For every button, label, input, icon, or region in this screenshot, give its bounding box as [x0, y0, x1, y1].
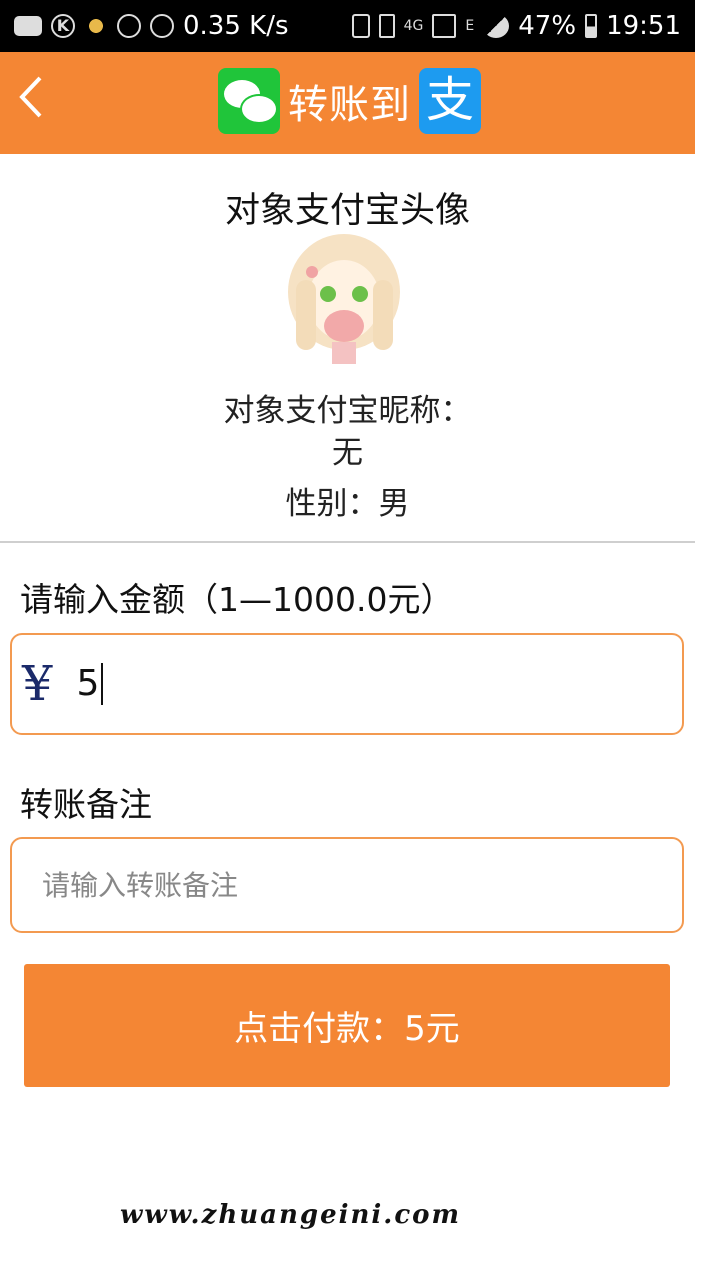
pay-button[interactable]: 点击付款：5元 [24, 964, 670, 1087]
nickname-label: 对象支付宝昵称： [223, 393, 472, 429]
network-type: 4G [403, 18, 424, 34]
clock: 19:51 [606, 11, 681, 41]
power-icon [150, 14, 174, 38]
wifi-icon [351, 14, 370, 38]
avatar-title: 对象支付宝头像 [224, 191, 470, 231]
sim-label: E [465, 18, 475, 34]
status-bar-left: K 0.35 K/s [14, 11, 289, 41]
remark-label: 转账备注 [20, 785, 152, 824]
sim-card-icon [378, 14, 395, 38]
amount-value[interactable]: 5 [77, 663, 104, 705]
amount-input[interactable]: ¥ 5 [10, 633, 684, 735]
avatar-image [288, 234, 400, 364]
avatar[interactable] [282, 230, 407, 370]
sync-icon [117, 14, 141, 38]
alipay-logo-icon: 支 [419, 68, 481, 134]
message-icon [14, 16, 42, 36]
network-speed: 0.35 K/s [183, 11, 289, 41]
signal-box-icon [432, 14, 457, 38]
amount-label: 请输入金额（1—1000.0元） [20, 580, 454, 619]
signal-strength-icon [483, 14, 510, 38]
back-button[interactable] [16, 74, 60, 132]
battery-percent: 47% [518, 11, 577, 41]
watermark: www.zhuangeini.com [120, 1200, 462, 1230]
weather-sun-icon [84, 14, 108, 38]
k-app-icon: K [51, 14, 75, 38]
chevron-left-icon [19, 76, 42, 118]
wechat-logo-icon [218, 68, 280, 134]
app-header: 转账到 支 [0, 52, 695, 154]
header-title: 转账到 支 [218, 66, 481, 136]
divider [0, 541, 695, 543]
yen-icon: ¥ [22, 656, 53, 712]
remark-input[interactable] [40, 867, 664, 903]
status-bar-right: 4G E 47% 19:51 [351, 11, 681, 41]
gender-text: 性别：男 [285, 486, 410, 522]
nickname-value: 无 [332, 435, 363, 471]
pay-button-label: 点击付款：5元 [234, 1009, 460, 1049]
battery-icon [585, 14, 598, 38]
remark-field-box[interactable] [10, 837, 684, 933]
status-bar: K 0.35 K/s 4G E 47% 19:51 [0, 0, 695, 52]
header-title-text: 转账到 [288, 82, 411, 128]
